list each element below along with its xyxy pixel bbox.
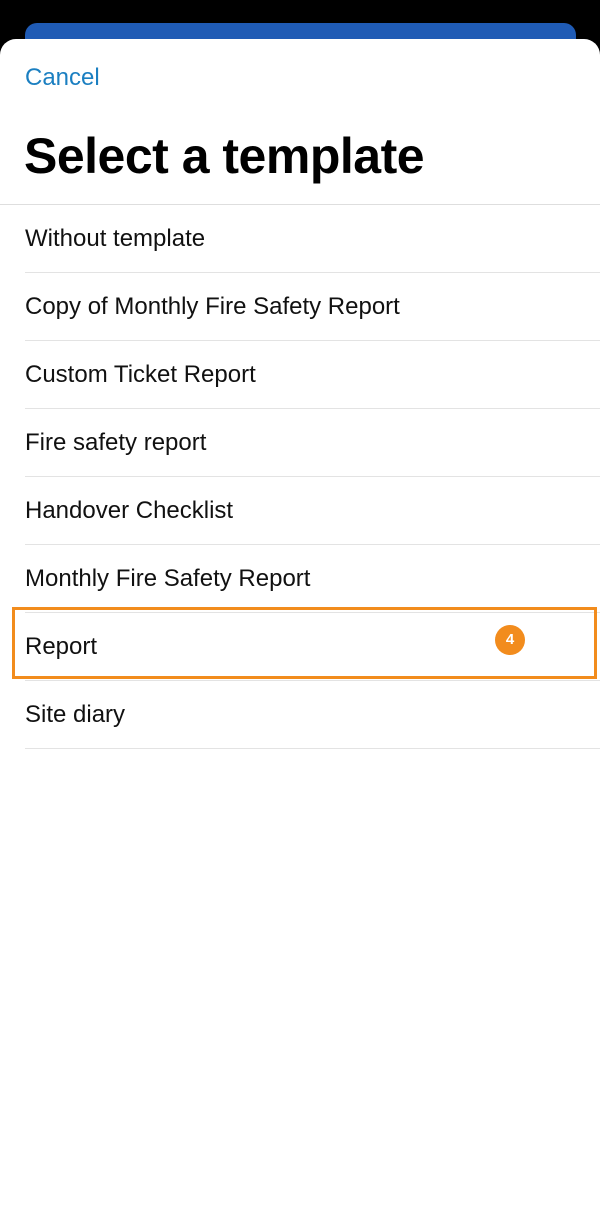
page-title: Select a template <box>24 128 425 184</box>
template-item-custom-ticket-report[interactable]: Custom Ticket Report <box>25 341 600 409</box>
template-item-label: Without template <box>25 225 206 252</box>
template-item-without-template[interactable]: Without template <box>25 205 600 273</box>
template-item-site-diary[interactable]: Site diary <box>25 681 600 749</box>
template-item-label: Monthly Fire Safety Report <box>25 565 311 592</box>
template-item-label: Handover Checklist <box>25 497 234 524</box>
template-list: Without template Copy of Monthly Fire Sa… <box>0 205 600 749</box>
template-item-handover-checklist[interactable]: Handover Checklist <box>25 477 600 545</box>
template-item-monthly-fire-safety-report[interactable]: Monthly Fire Safety Report <box>25 545 600 613</box>
template-item-label: Custom Ticket Report <box>25 361 256 388</box>
template-item-copy-of-monthly-fire-safety-report[interactable]: Copy of Monthly Fire Safety Report <box>25 273 600 341</box>
template-item-label: Copy of Monthly Fire Safety Report <box>25 293 400 320</box>
template-item-label: Site diary <box>25 701 126 728</box>
step-number-badge: 4 <box>495 625 525 655</box>
template-item-label: Fire safety report <box>25 429 207 456</box>
template-item-label: Report <box>25 633 98 660</box>
template-picker-sheet: Cancel Select a template Without templat… <box>0 39 600 1226</box>
template-item-fire-safety-report[interactable]: Fire safety report <box>25 409 600 477</box>
cancel-button[interactable]: Cancel <box>25 66 100 90</box>
